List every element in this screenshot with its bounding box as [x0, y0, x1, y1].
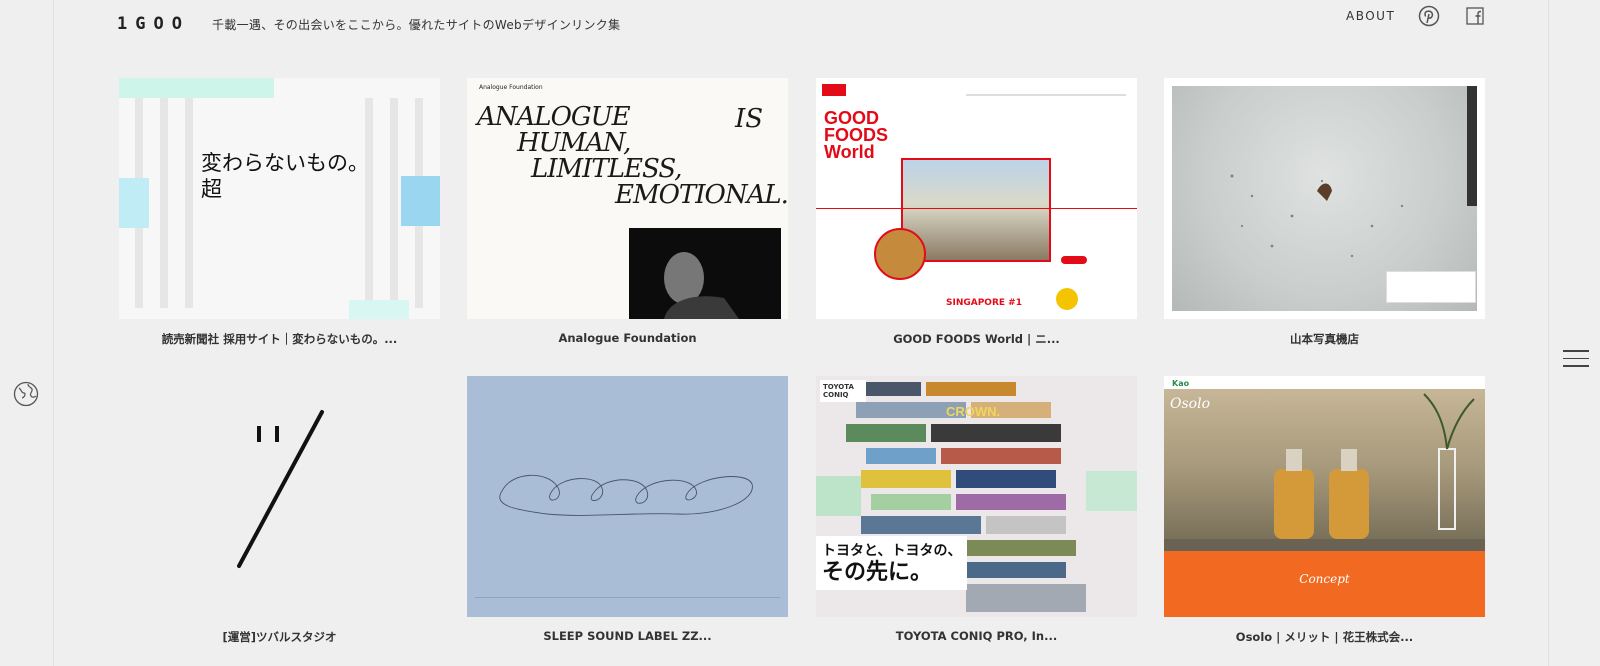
- site-thumbnail[interactable]: [1164, 78, 1485, 319]
- thumb-word: Concept: [1299, 572, 1350, 586]
- site-card[interactable]: SLEEP SOUND LABEL ZZ...: [467, 376, 788, 643]
- site-thumbnail[interactable]: [467, 376, 788, 617]
- thumb-headline: 超: [201, 177, 222, 201]
- site-card[interactable]: 変わらないもの。 超 読売新聞社 採用サイト｜変わらないもの。...: [119, 78, 440, 347]
- thumb-food-circle: [874, 228, 926, 280]
- site-title[interactable]: TOYOTA CONIQ PRO, In...: [816, 629, 1137, 643]
- thumb-photo: [1164, 389, 1485, 551]
- site-card[interactable]: GOOD FOODS World SINGAPORE #1 GOOD FOODS…: [816, 78, 1137, 347]
- site-card[interactable]: 山本写真機店: [1164, 78, 1485, 347]
- pinterest-icon[interactable]: [1418, 5, 1440, 27]
- site-thumbnail[interactable]: GOOD FOODS World SINGAPORE #1: [816, 78, 1137, 319]
- right-rail: [1548, 0, 1600, 666]
- left-rail: [0, 0, 54, 666]
- globe-icon[interactable]: [13, 381, 39, 407]
- thumb-badge: SINGAPORE #1: [946, 298, 1022, 308]
- thumb-headline: EMOTIONAL.: [615, 180, 788, 210]
- thumb-logo-badge: [822, 84, 846, 96]
- tuvalu-logo: [237, 410, 324, 568]
- site-thumbnail[interactable]: Kao Osolo Concept: [1164, 376, 1485, 617]
- thumb-photo: [629, 228, 781, 319]
- site-thumbnail[interactable]: Analogue Foundation ANALOGUE HUMAN, LIMI…: [467, 78, 788, 319]
- site-card[interactable]: Kao Osolo Concept Osolo | メリット | 花王株式会..…: [1164, 376, 1485, 645]
- thumb-headline: 変わらないもの。: [201, 151, 369, 175]
- thumb-cta: [1061, 256, 1087, 264]
- thumb-brand: Kao: [1172, 379, 1190, 388]
- thumb-red-line: [816, 208, 1137, 209]
- site-title[interactable]: [運営]ツバルスタジオ: [119, 629, 440, 645]
- thumb-card-overlay: [1386, 271, 1476, 303]
- site-title[interactable]: 山本写真機店: [1164, 331, 1485, 347]
- site-thumbnail[interactable]: TOYOTA CONIQ CROWN. トヨタと、トヨタの、 その先に。: [816, 376, 1137, 617]
- about-link[interactable]: ABOUT: [1346, 9, 1395, 23]
- site-title[interactable]: Osolo | メリット | 花王株式会...: [1164, 629, 1485, 645]
- hamburger-icon[interactable]: [1563, 350, 1589, 370]
- thumb-headline: トヨタと、トヨタの、: [822, 543, 962, 559]
- site-title[interactable]: SLEEP SOUND LABEL ZZ...: [467, 629, 788, 643]
- thumb-headline: World: [824, 142, 875, 162]
- zzzzz-scribble: [499, 474, 753, 516]
- thumb-mascot: [1056, 288, 1078, 310]
- thumb-logo: Osolo: [1170, 396, 1210, 412]
- thumb-brand: Analogue Foundation: [479, 84, 543, 91]
- site-title[interactable]: 読売新聞社 採用サイト｜変わらないもの。...: [119, 331, 440, 347]
- thumb-brand: TOYOTA CONIQ: [820, 380, 866, 402]
- site-title[interactable]: Analogue Foundation: [467, 331, 788, 345]
- thumb-headline: LIMITLESS,: [531, 154, 683, 184]
- site-card[interactable]: TOYOTA CONIQ CROWN. トヨタと、トヨタの、 その先に。 TOY…: [816, 376, 1137, 643]
- thumb-nav-bar: [966, 94, 1126, 96]
- thumb-player-bar: [475, 597, 780, 608]
- site-card[interactable]: [運営]ツバルスタジオ: [119, 376, 440, 645]
- thumb-headline: IS: [735, 104, 764, 134]
- site-thumbnail[interactable]: [119, 376, 440, 617]
- site-card[interactable]: Analogue Foundation ANALOGUE HUMAN, LIMI…: [467, 78, 788, 345]
- site-tagline: 千載一遇、その出会いをここから。優れたサイトのWebデザインリンク集: [212, 18, 621, 32]
- site-logo[interactable]: 1GOO: [117, 14, 190, 34]
- thumb-headline: その先に。: [822, 560, 933, 585]
- thumb-word: CROWN.: [946, 404, 1001, 419]
- site-thumbnail[interactable]: 変わらないもの。 超: [119, 78, 440, 319]
- facebook-icon[interactable]: [1466, 7, 1484, 25]
- site-title[interactable]: GOOD FOODS World | ニ...: [816, 331, 1137, 347]
